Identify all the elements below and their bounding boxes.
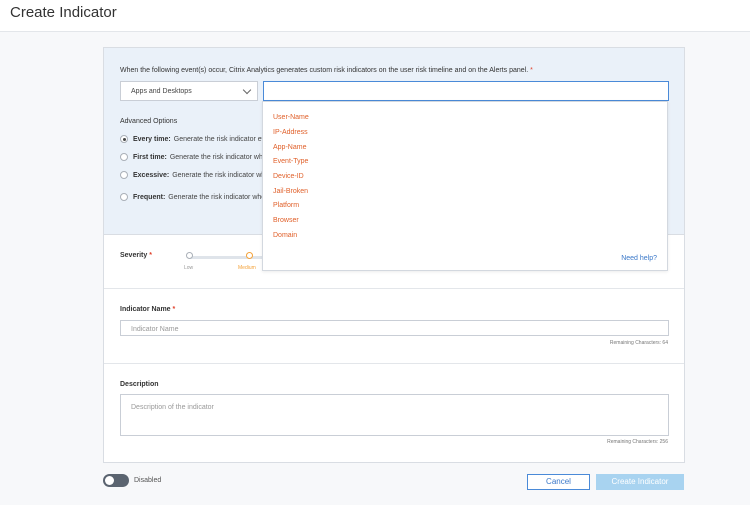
event-prompt: When the following event(s) occur, Citri… [120, 67, 533, 74]
dropdown-item-domain[interactable]: Domain [273, 232, 297, 239]
page-title: Create Indicator [10, 4, 117, 21]
required-mark: * [530, 67, 533, 74]
chevron-down-icon [242, 85, 252, 95]
divider [104, 363, 684, 364]
toggle-label: Disabled [134, 477, 162, 484]
create-indicator-button[interactable]: Create Indicator [596, 474, 684, 490]
page-header: Create Indicator [0, 0, 750, 32]
dropdown-item-ip-address[interactable]: IP-Address [273, 129, 308, 136]
radio-excessive[interactable] [120, 171, 128, 179]
source-select-value: Apps and Desktops [131, 88, 192, 95]
dropdown-item-jail-broken[interactable]: Jail-Broken [273, 188, 308, 195]
severity-low-label: Low [184, 265, 194, 271]
option-frequent[interactable]: Frequent: Generate the risk indicator wh… [120, 193, 265, 201]
description-remaining: Remaining Characters: 256 [607, 439, 668, 445]
dropdown-item-platform[interactable]: Platform [273, 202, 299, 209]
indicator-name-remaining: Remaining Characters: 64 [609, 340, 668, 346]
description-label: Description [120, 381, 159, 388]
dropdown-item-event-type[interactable]: Event-Type [273, 158, 308, 165]
dropdown-item-user-name[interactable]: User-Name [273, 114, 309, 121]
enabled-toggle[interactable] [103, 474, 129, 487]
divider [104, 288, 684, 289]
option-excessive[interactable]: Excessive: Generate the risk indicator w… [120, 171, 269, 179]
dropdown-item-app-name[interactable]: App-Name [273, 144, 306, 151]
option-first-time[interactable]: First time: Generate the risk indicator … [120, 153, 267, 161]
radio-first-time[interactable] [120, 153, 128, 161]
need-help-link[interactable]: Need help? [621, 255, 657, 262]
severity-low-handle[interactable] [186, 252, 193, 259]
cancel-button[interactable]: Cancel [527, 474, 590, 490]
description-textarea[interactable]: Description of the indicator [120, 394, 669, 436]
event-field-dropdown: User-Name IP-Address App-Name Event-Type… [262, 101, 668, 271]
severity-medium-handle[interactable] [246, 252, 253, 259]
option-every-time[interactable]: Every time: Generate the risk indicator … [120, 135, 265, 143]
indicator-name-label: Indicator Name * [120, 306, 176, 313]
dropdown-item-browser[interactable]: Browser [273, 217, 299, 224]
dropdown-item-device-id[interactable]: Device-ID [273, 173, 304, 180]
source-select[interactable]: Apps and Desktops [120, 81, 258, 101]
radio-frequent[interactable] [120, 193, 128, 201]
radio-every-time[interactable] [120, 135, 128, 143]
severity-label: Severity * [120, 252, 152, 259]
indicator-name-input[interactable]: Indicator Name [120, 320, 669, 336]
advanced-options-title: Advanced Options [120, 118, 178, 125]
event-value-input[interactable] [263, 81, 669, 101]
severity-medium-label: Medium [238, 265, 256, 271]
toggle-knob [105, 476, 114, 485]
severity-slider[interactable] [190, 256, 270, 259]
